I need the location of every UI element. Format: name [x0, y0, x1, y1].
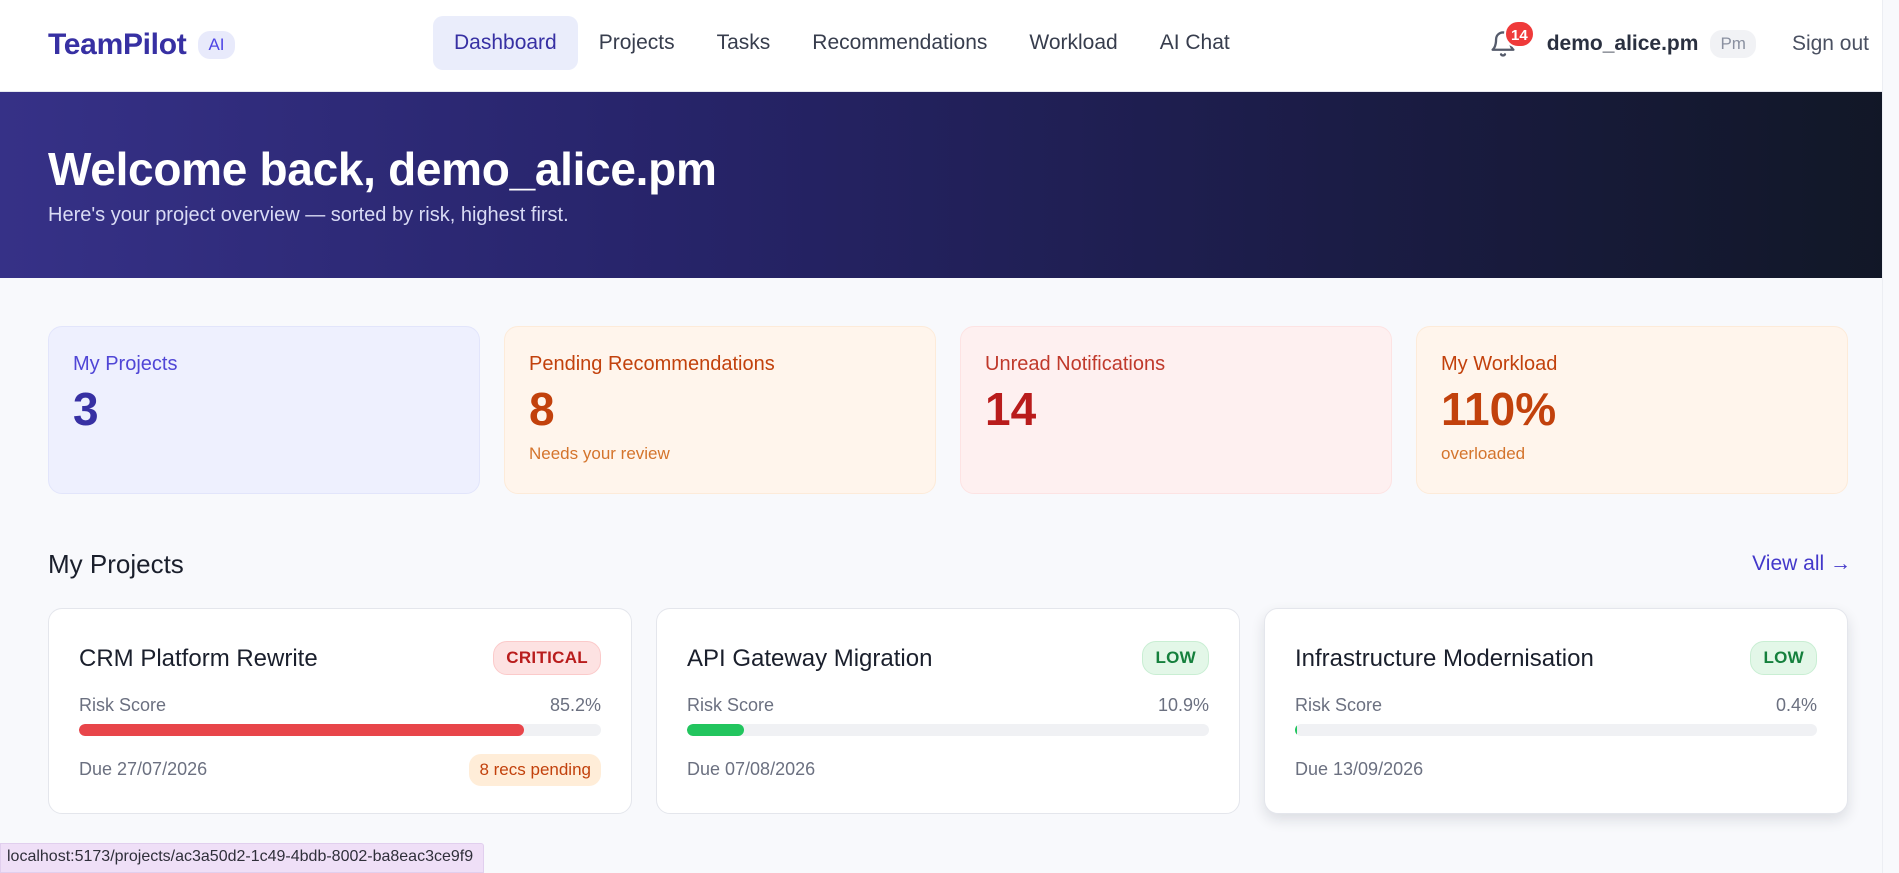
risk-score-label: Risk Score: [79, 695, 167, 715]
sign-out-link[interactable]: Sign out: [1792, 32, 1869, 56]
risk-score-value: 0.4%: [1775, 695, 1817, 715]
notification-count-badge: 14: [1504, 20, 1535, 48]
welcome-subtitle: Here's your project overview — sorted by…: [48, 204, 569, 226]
project-card-infrastructure-modernisation[interactable]: Infrastructure Modernisation LOW Risk Sc…: [1264, 608, 1848, 814]
nav-link-dashboard[interactable]: Dashboard: [433, 16, 578, 70]
risk-level-badge: CRITICAL: [493, 641, 601, 675]
project-name: API Gateway Migration: [687, 645, 933, 672]
stats-row: My Projects 3 Pending Recommendations 8 …: [48, 326, 1848, 494]
stat-note: overloaded: [1441, 444, 1526, 463]
brand-name[interactable]: TeamPilot: [48, 28, 187, 62]
due-date: Due 07/08/2026: [687, 759, 816, 779]
view-all-projects-link[interactable]: View all →: [1752, 552, 1851, 576]
brand-badge: AI: [198, 31, 235, 59]
stat-card-unread-notifications: Unread Notifications 14: [960, 326, 1392, 494]
stat-label: My Workload: [1441, 353, 1558, 375]
stat-value: 3: [73, 383, 99, 435]
project-name: CRM Platform Rewrite: [79, 645, 318, 672]
main-nav: Dashboard Projects Tasks Recommendations…: [433, 16, 1251, 70]
stat-value: 110%: [1441, 383, 1557, 435]
risk-bar: [687, 724, 1209, 736]
project-card-crm-platform-rewrite[interactable]: CRM Platform Rewrite CRITICAL Risk Score…: [48, 608, 632, 814]
pending-recs-badge: 8 recs pending: [469, 754, 601, 786]
risk-score-value: 85.2%: [549, 695, 601, 715]
user-area: 14 demo_alice.pm Pm Sign out: [1483, 16, 1869, 72]
link-preview-status: localhost:5173/projects/ac3a50d2-1c49-4b…: [0, 843, 485, 873]
risk-bar-fill: [79, 724, 524, 736]
project-card-api-gateway-migration[interactable]: API Gateway Migration LOW Risk Score 10.…: [656, 608, 1240, 814]
stat-card-pending-recommendations: Pending Recommendations 8 Needs your rev…: [504, 326, 936, 494]
risk-level-badge: LOW: [1750, 641, 1817, 675]
risk-bar: [1295, 724, 1817, 736]
project-cards: CRM Platform Rewrite CRITICAL Risk Score…: [48, 608, 1848, 814]
risk-bar: [79, 724, 601, 736]
stat-note: Needs your review: [529, 444, 670, 463]
nav-link-ai-chat[interactable]: AI Chat: [1139, 16, 1251, 70]
stat-label: My Projects: [73, 353, 178, 375]
dashboard-page: TeamPilot AI Dashboard Projects Tasks Re…: [0, 0, 1899, 873]
stat-label: Pending Recommendations: [529, 353, 775, 375]
stat-value: 14: [985, 383, 1037, 435]
nav-link-recommendations[interactable]: Recommendations: [791, 16, 1008, 70]
username: demo_alice.pm: [1546, 32, 1699, 55]
risk-score-label: Risk Score: [1295, 695, 1383, 715]
risk-score-label: Risk Score: [687, 695, 775, 715]
notifications-button[interactable]: 14: [1483, 20, 1535, 64]
nav-link-tasks[interactable]: Tasks: [696, 16, 792, 70]
role-badge: Pm: [1710, 30, 1756, 58]
due-date: Due 13/09/2026: [1295, 759, 1424, 779]
stat-value: 8: [529, 383, 555, 435]
welcome-banner: Welcome back, demo_alice.pm Here's your …: [0, 92, 1899, 278]
project-name: Infrastructure Modernisation: [1295, 645, 1594, 672]
nav-link-projects[interactable]: Projects: [578, 16, 696, 70]
welcome-title: Welcome back, demo_alice.pm: [48, 143, 717, 195]
top-navbar: TeamPilot AI Dashboard Projects Tasks Re…: [0, 0, 1899, 92]
nav-link-workload[interactable]: Workload: [1008, 16, 1138, 70]
due-date: Due 27/07/2026: [79, 759, 208, 779]
risk-bar-fill: [687, 724, 744, 736]
vertical-scrollbar[interactable]: [1882, 0, 1899, 873]
brand[interactable]: TeamPilot AI: [48, 28, 235, 62]
stat-card-my-workload: My Workload 110% overloaded: [1416, 326, 1848, 494]
risk-score-value: 10.9%: [1157, 695, 1209, 715]
section-title-my-projects: My Projects: [48, 549, 184, 579]
risk-bar-fill: [1295, 724, 1297, 736]
stat-card-my-projects: My Projects 3: [48, 326, 480, 494]
stat-label: Unread Notifications: [985, 353, 1166, 375]
risk-level-badge: LOW: [1142, 641, 1209, 675]
